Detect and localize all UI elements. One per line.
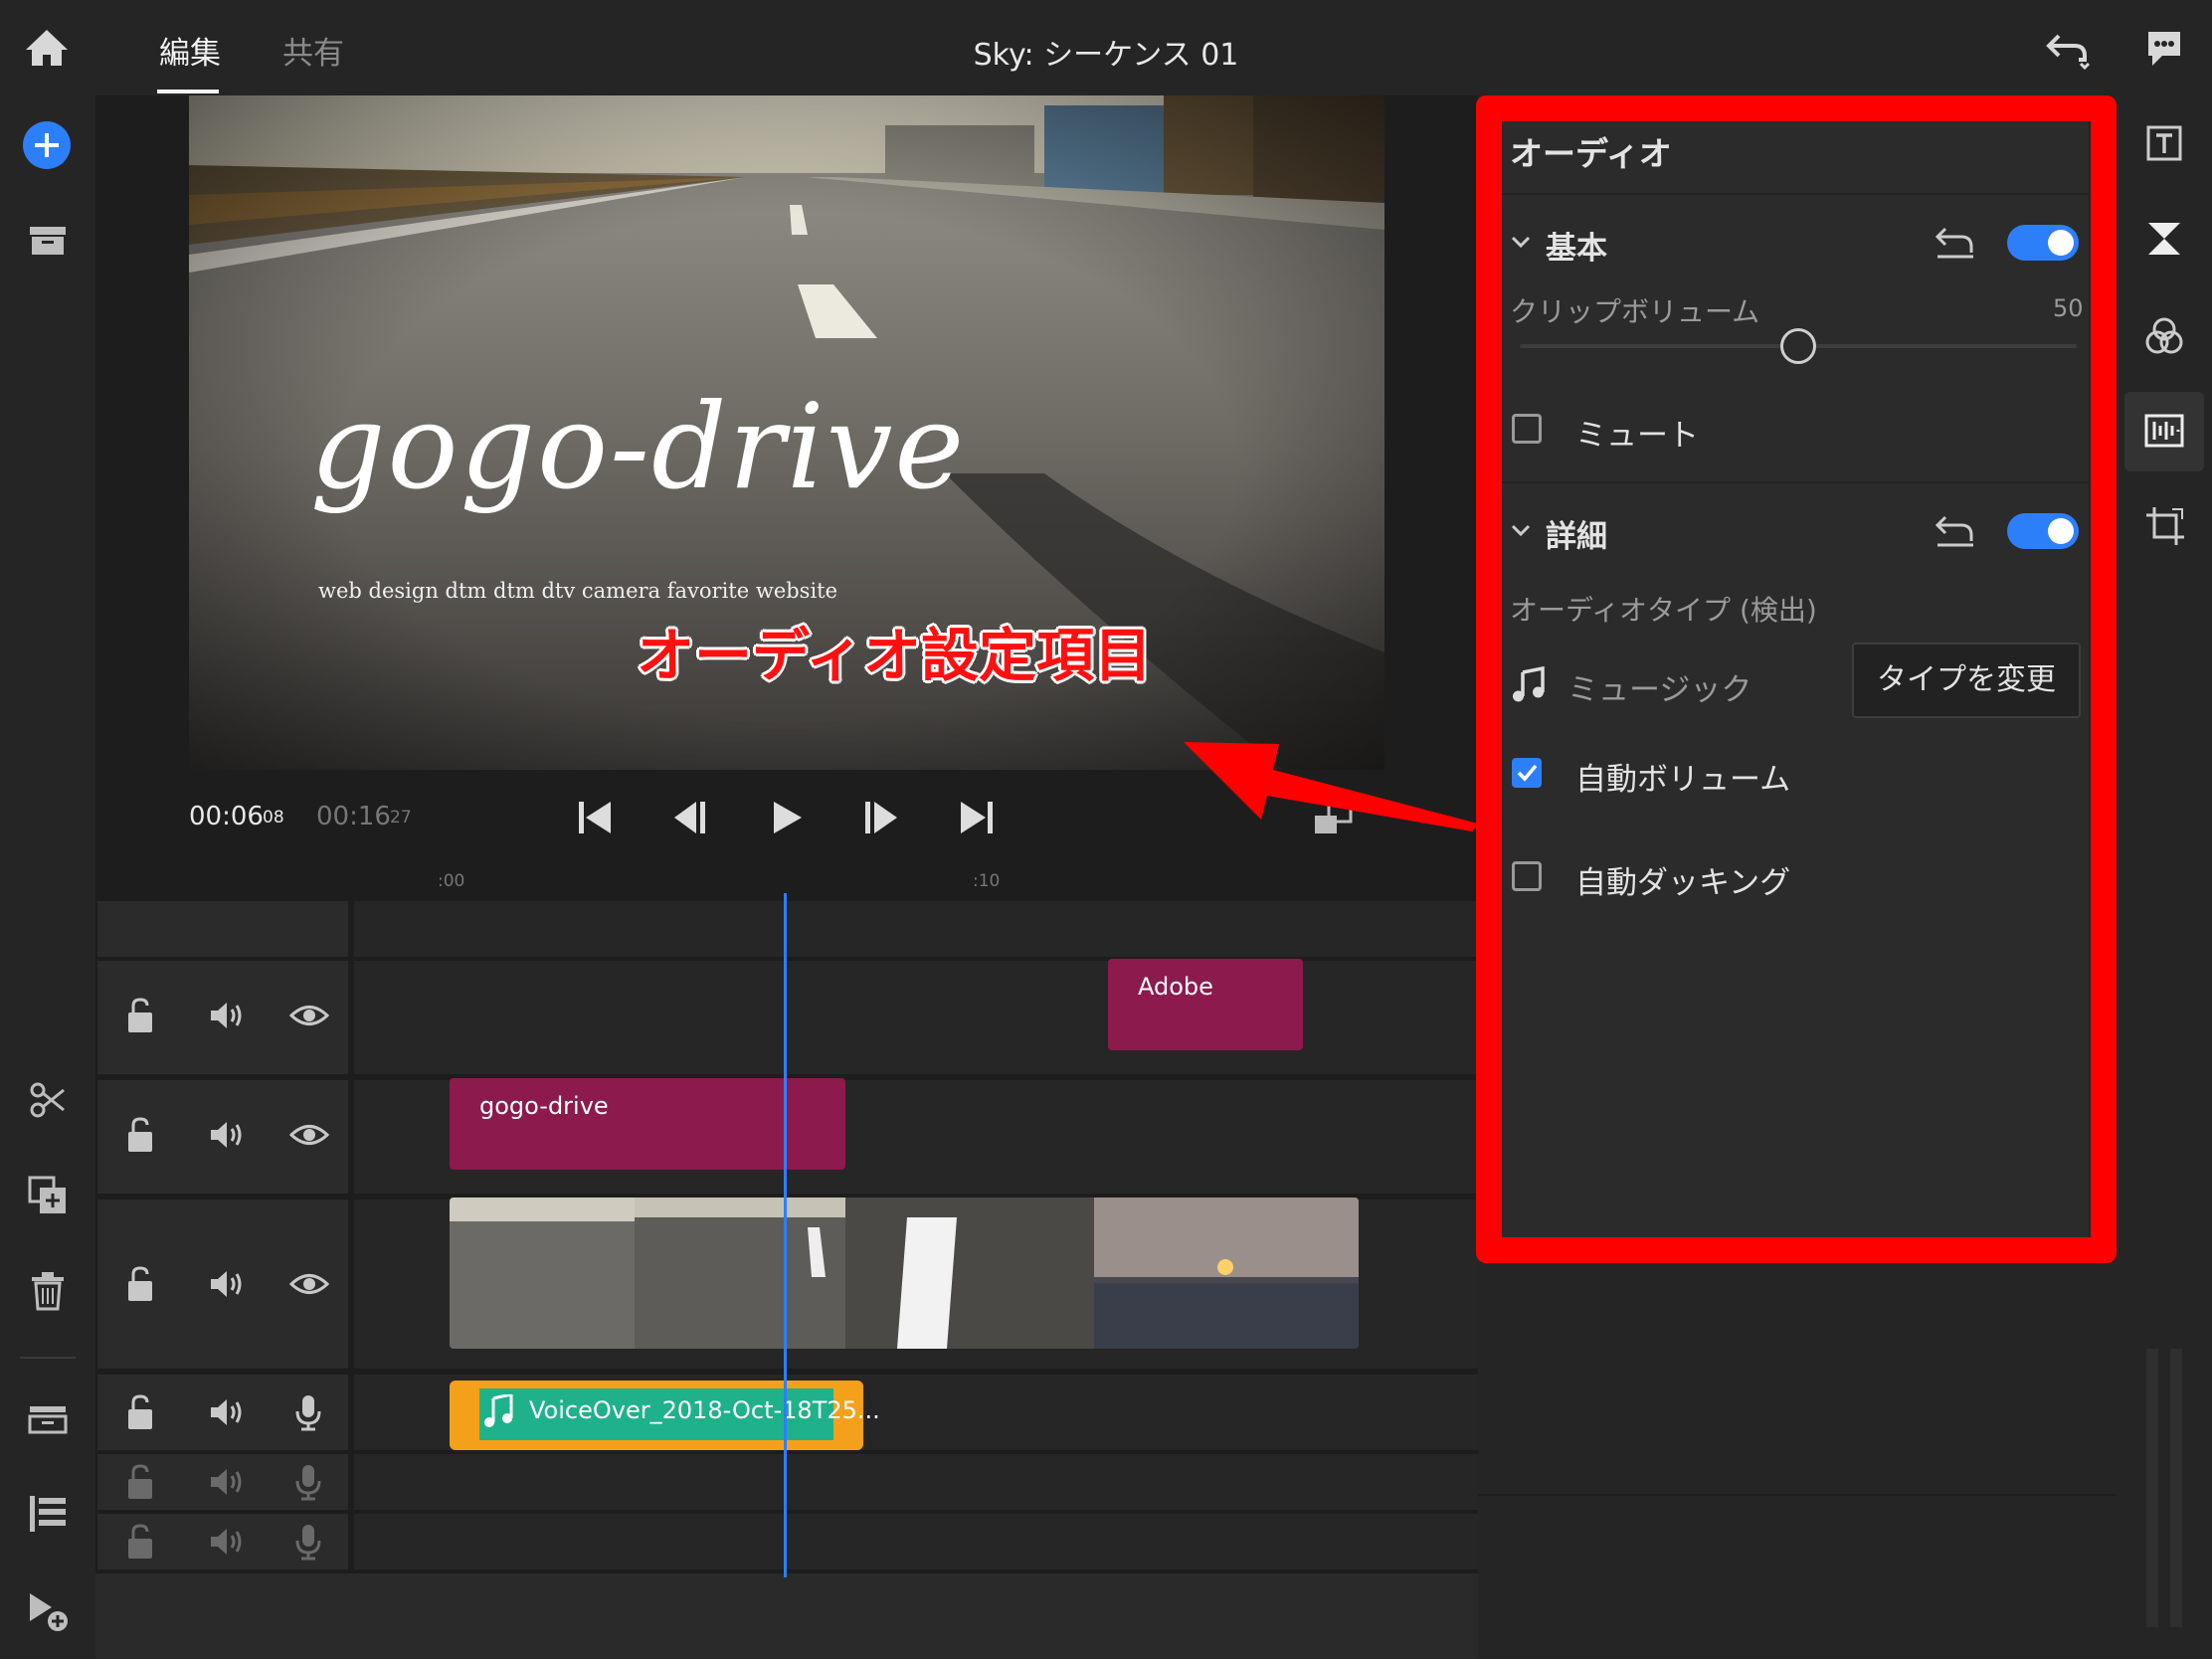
audio-meter-right — [2170, 1349, 2182, 1627]
add-media-icon[interactable] — [22, 120, 72, 170]
go-to-start-icon[interactable] — [577, 800, 613, 835]
eye-icon[interactable] — [289, 1271, 329, 1297]
lock-icon[interactable] — [125, 1393, 155, 1431]
microphone-icon[interactable] — [294, 1393, 322, 1431]
video-thumbnails — [450, 1198, 1359, 1349]
title-tool-icon[interactable] — [2146, 125, 2182, 161]
timeline-ruler[interactable] — [95, 867, 1478, 901]
speaker-icon[interactable] — [209, 1396, 245, 1428]
play-icon[interactable] — [772, 800, 804, 835]
go-to-end-icon[interactable] — [959, 800, 995, 835]
annotation-arrow — [1184, 714, 1482, 837]
speaker-icon[interactable] — [209, 1466, 245, 1498]
ruler-label-10: :10 — [973, 871, 1001, 891]
transition-tool-icon[interactable] — [2146, 221, 2182, 257]
audio-tool-icon[interactable] — [2144, 414, 2184, 448]
duration-frames: 27 — [390, 808, 412, 828]
lock-icon[interactable] — [125, 1523, 155, 1561]
left-toolbar-divider — [20, 1357, 76, 1359]
duration-timecode: 00:16 — [316, 802, 391, 831]
microphone-icon[interactable] — [294, 1523, 322, 1561]
clip-voiceover[interactable]: VoiceOver_2018-Oct-18T25... — [450, 1381, 880, 1450]
speaker-icon[interactable] — [209, 1268, 245, 1300]
lock-icon[interactable] — [125, 1463, 155, 1501]
voiceover-label: VoiceOver_2018-Oct-18T25... — [529, 1396, 880, 1424]
clip-video-strip[interactable] — [450, 1198, 1359, 1349]
ruler-label-0: :00 — [438, 871, 465, 891]
crop-tool-icon[interactable] — [2144, 505, 2186, 547]
speaker-icon[interactable] — [209, 1526, 245, 1558]
active-tab-indicator — [157, 90, 219, 93]
step-back-icon[interactable] — [672, 800, 708, 835]
timeline-bottom-area — [95, 1573, 1478, 1659]
track-audio-3[interactable] — [354, 1514, 1478, 1569]
add-track-icon[interactable] — [26, 1589, 70, 1633]
undo-icon[interactable] — [2045, 30, 2093, 70]
eye-icon[interactable] — [289, 1122, 329, 1148]
overlay-subtitle-text: web design dtm dtm dtv camera favorite w… — [318, 579, 838, 603]
step-forward-icon[interactable] — [863, 800, 899, 835]
sequence-title: Sky: シーケンス 01 — [973, 38, 1239, 73]
panel-lower-divider — [1478, 1494, 2117, 1496]
track-list-icon[interactable] — [28, 1494, 68, 1534]
timeline-header-row-body — [354, 901, 1478, 957]
speaker-icon[interactable] — [209, 1119, 245, 1151]
current-frames: 08 — [263, 808, 284, 828]
media-bin-icon[interactable] — [28, 225, 68, 257]
split-icon[interactable] — [28, 1080, 68, 1120]
color-tool-icon[interactable] — [2144, 316, 2184, 356]
speaker-icon[interactable] — [209, 1000, 245, 1031]
current-timecode: 00:06 — [189, 802, 264, 831]
tracks-icon[interactable] — [28, 1404, 68, 1434]
audio-meter-left — [2146, 1349, 2158, 1627]
overlay-title-text: gogo-drive — [310, 378, 967, 515]
duplicate-icon[interactable] — [28, 1176, 68, 1215]
eye-icon[interactable] — [289, 1003, 329, 1028]
microphone-icon[interactable] — [294, 1463, 322, 1501]
comment-icon[interactable] — [2144, 28, 2184, 70]
timeline-header-row — [97, 901, 348, 957]
lock-icon[interactable] — [125, 1116, 155, 1154]
lock-icon[interactable] — [125, 1265, 155, 1303]
clip-title-adobe[interactable]: Adobe — [1108, 959, 1303, 1050]
annotation-label: オーディオ設定項目 — [637, 622, 1152, 689]
annotation-highlight-frame — [1476, 95, 2117, 1263]
playhead[interactable] — [784, 893, 787, 1577]
lock-icon[interactable] — [125, 997, 155, 1034]
track-title-2[interactable] — [354, 961, 1478, 1074]
trash-icon[interactable] — [30, 1271, 66, 1311]
music-note-icon — [483, 1394, 513, 1428]
track-audio-2[interactable] — [354, 1454, 1478, 1510]
